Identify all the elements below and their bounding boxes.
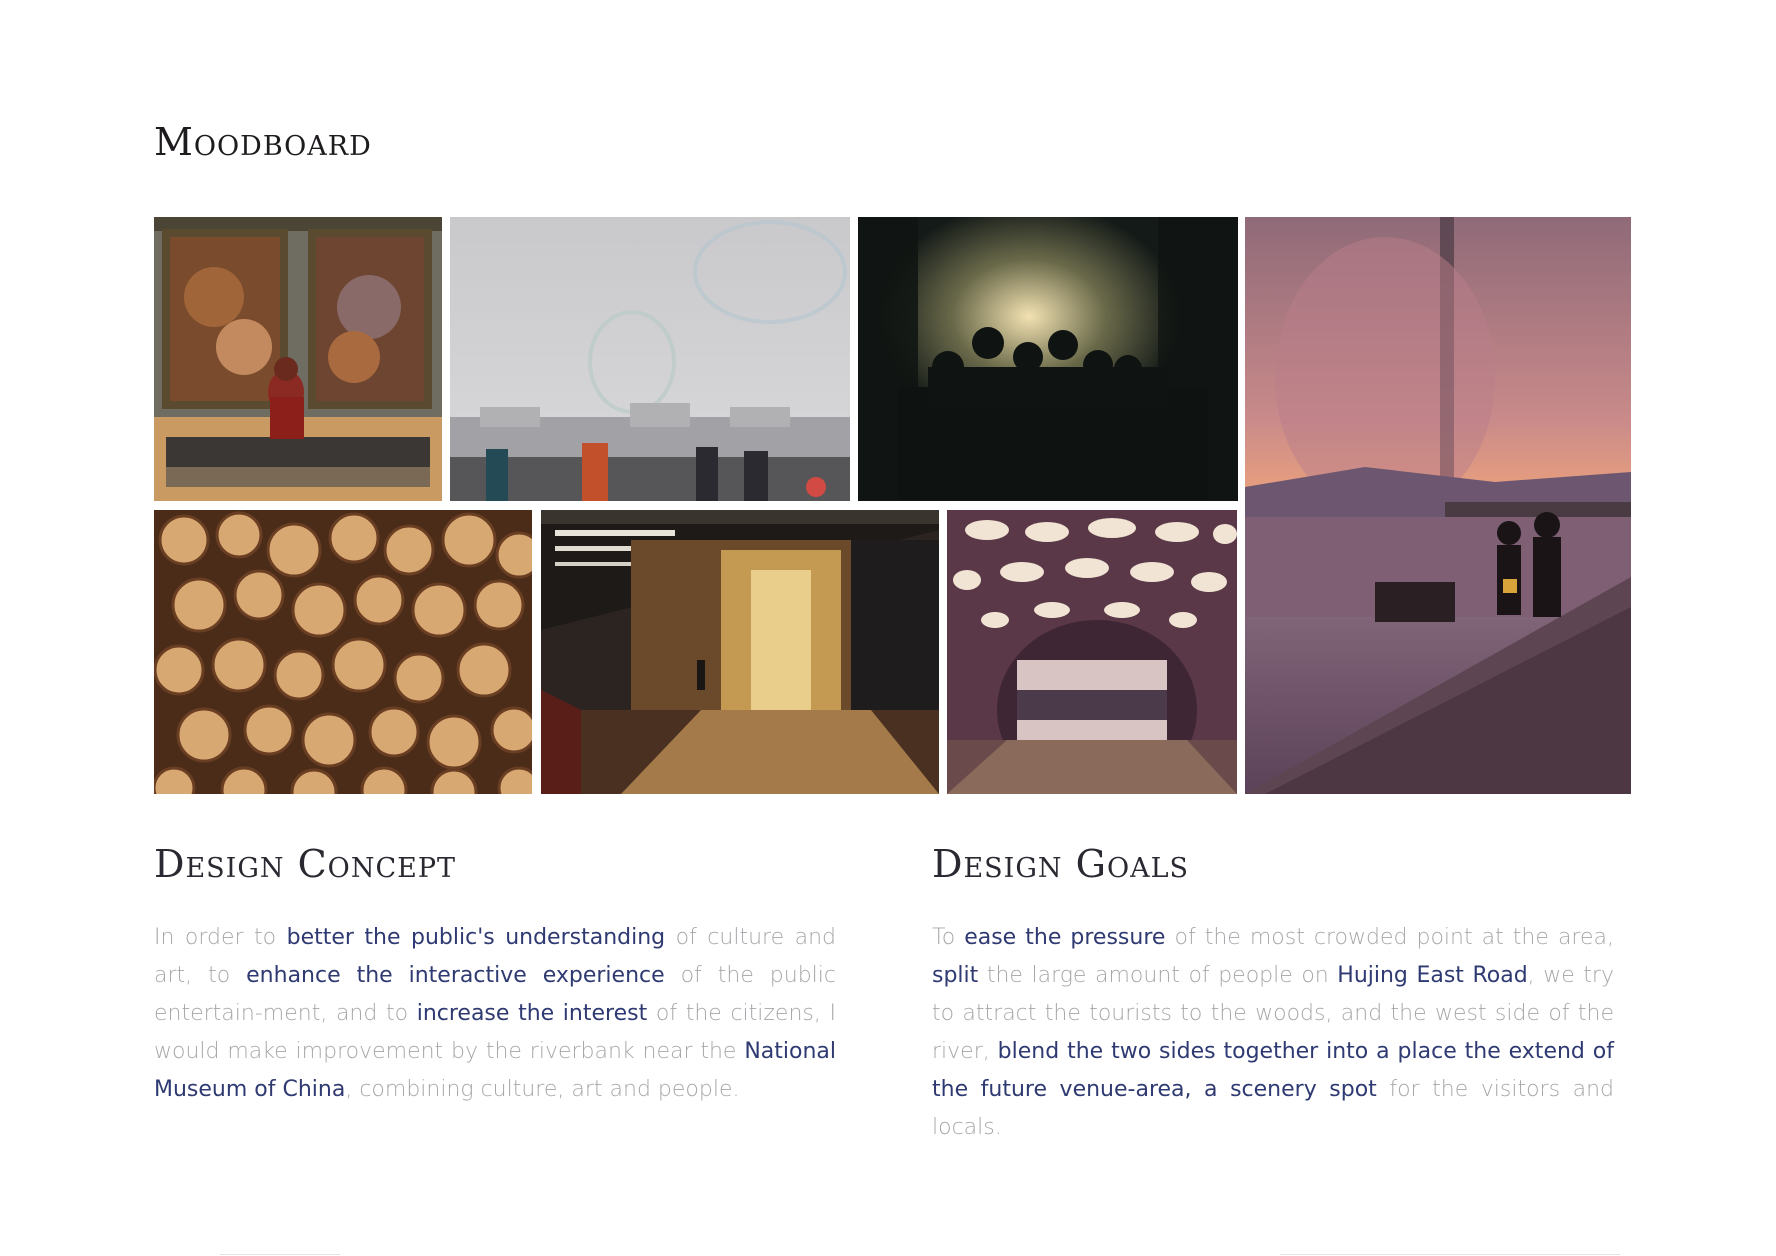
concept-segment: , combining culture, art and people. [345, 1077, 740, 1102]
goals-highlight: Hujing East Road [1337, 963, 1528, 988]
design-concept-title: Design Concept [154, 842, 456, 886]
goals-segment: the large amount of people on [978, 963, 1338, 988]
moodboard-title: Moodboard [154, 120, 372, 164]
concept-highlight: increase the interest [416, 1001, 648, 1026]
firewood-stack-photo [154, 510, 532, 794]
forest-sunset-crowd-photo [858, 217, 1238, 501]
concept-highlight: better the public's understanding [286, 925, 666, 950]
design-goals-title: Design Goals [932, 842, 1190, 886]
gallery-paintings-photo [154, 217, 442, 501]
footer-divider [220, 1254, 340, 1255]
wooden-lattice-tunnel-photo [947, 510, 1237, 794]
goals-segment: of the most crowded point at the area, [1165, 925, 1614, 950]
goals-segment: To [932, 925, 965, 950]
concept-segment: In order to [154, 925, 287, 950]
goals-highlight: ease the pressure [964, 925, 1166, 950]
glass-corridor-photo [541, 510, 939, 794]
fountain-pier-couple-photo [1245, 217, 1631, 794]
design-concept-text: In order to better the public's understa… [154, 919, 836, 1109]
bubbles-city-photo [450, 217, 850, 501]
design-goals-text: To ease the pressure of the most crowded… [932, 919, 1614, 1147]
concept-highlight: enhance the interactive experience [246, 963, 665, 988]
footer-divider [1280, 1254, 1620, 1255]
goals-highlight: split [932, 963, 979, 988]
